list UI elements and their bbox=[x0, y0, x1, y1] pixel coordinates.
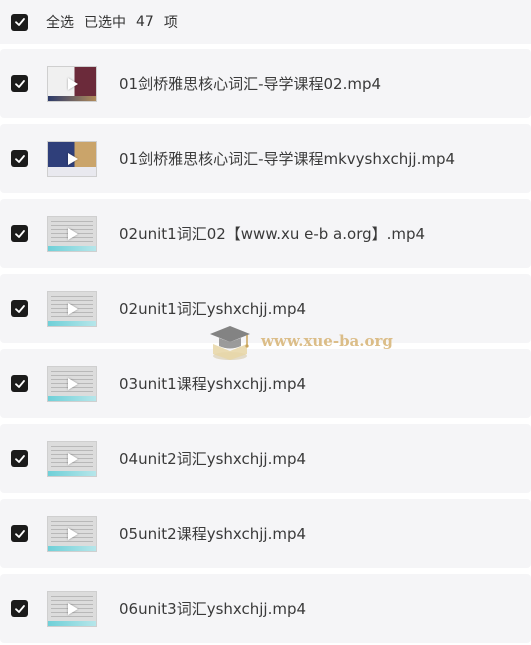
thumbnail-strip bbox=[48, 620, 96, 626]
file-name[interactable]: 02unit1词汇02【www.xu e-b a.org】.mp4 bbox=[119, 223, 425, 244]
file-name[interactable]: 03unit1课程yshxchjj.mp4 bbox=[119, 373, 306, 394]
file-checkbox[interactable] bbox=[11, 225, 28, 242]
play-icon bbox=[68, 227, 78, 240]
thumbnail-strip bbox=[48, 95, 96, 101]
file-row[interactable]: 06unit3词汇yshxchjj.mp4 bbox=[0, 574, 531, 643]
play-icon bbox=[68, 77, 78, 90]
video-thumbnail[interactable] bbox=[47, 140, 97, 177]
check-icon bbox=[14, 304, 25, 313]
select-all-label[interactable]: 全选 bbox=[46, 12, 74, 32]
check-icon bbox=[14, 229, 25, 238]
selected-prefix: 已选中 bbox=[84, 15, 126, 31]
file-row[interactable]: 02unit1词汇yshxchjj.mp4 bbox=[0, 274, 531, 343]
thumbnail-strip bbox=[48, 245, 96, 251]
check-icon bbox=[14, 79, 25, 88]
select-all-checkbox[interactable] bbox=[11, 13, 28, 31]
file-name[interactable]: 05unit2课程yshxchjj.mp4 bbox=[119, 523, 306, 544]
file-name[interactable]: 04unit2词汇yshxchjj.mp4 bbox=[119, 448, 306, 469]
file-checkbox[interactable] bbox=[11, 150, 28, 167]
check-icon bbox=[14, 18, 25, 26]
video-thumbnail[interactable] bbox=[47, 215, 97, 252]
selected-count: 47 bbox=[136, 14, 154, 30]
video-thumbnail[interactable] bbox=[47, 440, 97, 477]
thumbnail-strip bbox=[48, 166, 96, 176]
file-name[interactable]: 01剑桥雅思核心词汇-导学课程mkvyshxchjj.mp4 bbox=[119, 148, 455, 169]
file-row[interactable]: 04unit2词汇yshxchjj.mp4 bbox=[0, 424, 531, 493]
file-checkbox[interactable] bbox=[11, 525, 28, 542]
check-icon bbox=[14, 604, 25, 613]
video-thumbnail[interactable] bbox=[47, 290, 97, 327]
selection-header: 全选 已选中 47 项 bbox=[0, 0, 531, 44]
file-checkbox[interactable] bbox=[11, 75, 28, 92]
check-icon bbox=[14, 379, 25, 388]
file-checkbox[interactable] bbox=[11, 375, 28, 392]
selected-suffix: 项 bbox=[163, 15, 178, 31]
file-row[interactable]: 05unit2课程yshxchjj.mp4 bbox=[0, 499, 531, 568]
play-icon bbox=[68, 527, 78, 540]
thumbnail-strip bbox=[48, 470, 96, 476]
file-name[interactable]: 02unit1词汇yshxchjj.mp4 bbox=[119, 298, 306, 319]
file-checkbox[interactable] bbox=[11, 450, 28, 467]
file-row[interactable]: 03unit1课程yshxchjj.mp4 bbox=[0, 349, 531, 418]
check-icon bbox=[14, 154, 25, 163]
video-thumbnail[interactable] bbox=[47, 515, 97, 552]
file-list-page: 全选 已选中 47 项 01剑桥雅思核心词汇-导学课程02.mp4 01剑桥雅思核… bbox=[0, 0, 531, 645]
thumbnail-strip bbox=[48, 545, 96, 551]
file-row[interactable]: 01剑桥雅思核心词汇-导学课程02.mp4 bbox=[0, 49, 531, 118]
video-thumbnail[interactable] bbox=[47, 590, 97, 627]
play-icon bbox=[68, 452, 78, 465]
video-thumbnail[interactable] bbox=[47, 365, 97, 402]
file-checkbox[interactable] bbox=[11, 300, 28, 317]
file-checkbox[interactable] bbox=[11, 600, 28, 617]
check-icon bbox=[14, 454, 25, 463]
thumbnail-strip bbox=[48, 320, 96, 326]
video-thumbnail[interactable] bbox=[47, 65, 97, 102]
thumbnail-strip bbox=[48, 395, 96, 401]
play-icon bbox=[68, 152, 78, 165]
file-name[interactable]: 06unit3词汇yshxchjj.mp4 bbox=[119, 598, 306, 619]
play-icon bbox=[68, 377, 78, 390]
play-icon bbox=[68, 602, 78, 615]
file-row[interactable]: 02unit1词汇02【www.xu e-b a.org】.mp4 bbox=[0, 199, 531, 268]
selection-summary: 全选 已选中 47 项 bbox=[46, 12, 188, 32]
check-icon bbox=[14, 529, 25, 538]
file-row[interactable]: 01剑桥雅思核心词汇-导学课程mkvyshxchjj.mp4 bbox=[0, 124, 531, 193]
play-icon bbox=[68, 302, 78, 315]
file-name[interactable]: 01剑桥雅思核心词汇-导学课程02.mp4 bbox=[119, 73, 381, 94]
